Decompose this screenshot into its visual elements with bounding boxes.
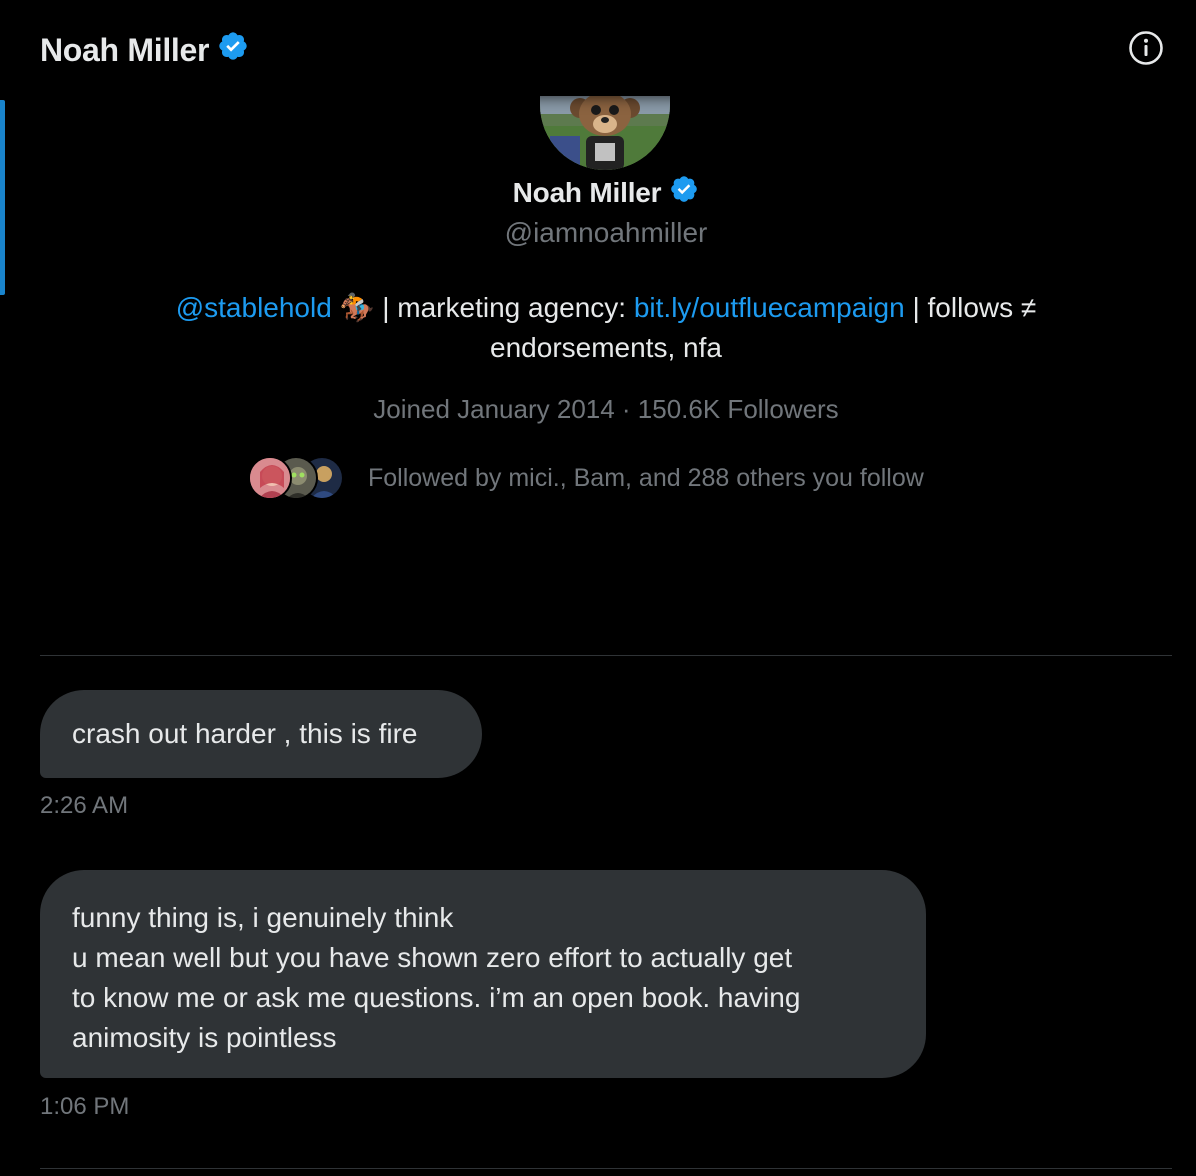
bio-mention-link[interactable]: @stablehold	[176, 292, 332, 323]
message-text-line: to know me or ask me questions. i’m an o…	[72, 982, 801, 1013]
header-name: Noah Miller	[40, 31, 210, 68]
horse-racing-emoji: 🏇	[339, 292, 375, 323]
bio-url-link[interactable]: bit.ly/outfluecampaign	[634, 292, 905, 323]
avatar	[248, 456, 292, 500]
header-title: Noah Miller	[40, 30, 249, 70]
profile-name[interactable]: Noah Miller	[40, 174, 1172, 211]
avatar-blur-overlay	[505, 70, 785, 104]
message-timestamp: 1:06 PM	[40, 1093, 130, 1120]
message-text: crash out harder , this is fire	[72, 718, 418, 749]
followers-you-know-avatars	[248, 454, 348, 502]
scrollbar[interactable]	[0, 100, 5, 295]
verified-badge-icon	[217, 30, 249, 70]
divider	[40, 1168, 1172, 1169]
profile-avatar[interactable]	[540, 96, 670, 170]
message-bubble[interactable]: funny thing is, i genuinely think u mean…	[40, 870, 926, 1078]
message-text-line: funny thing is, i genuinely think	[72, 902, 454, 933]
profile-bio: @stablehold 🏇 | marketing agency: bit.ly…	[100, 288, 1112, 368]
message-text-line: animosity is pointless	[72, 1022, 337, 1053]
bio-text: | marketing agency:	[374, 292, 634, 323]
message-timestamp: 2:26 AM	[40, 792, 129, 819]
message-text-line: u mean well but you have shown zero effo…	[72, 942, 793, 973]
followed-by-text: Followed by mici., Bam, and 288 others y…	[368, 463, 924, 492]
message-bubble[interactable]: crash out harder , this is fire	[40, 690, 482, 778]
profile-handle[interactable]: @iamnoahmiller	[40, 217, 1172, 249]
profile-card[interactable]: Noah Miller @iamnoahmiller @stablehold 🏇…	[40, 70, 1172, 656]
verified-badge-icon	[669, 174, 699, 211]
profile-name-text: Noah Miller	[512, 176, 662, 208]
divider	[40, 655, 1172, 656]
followed-by[interactable]: Followed by mici., Bam, and 288 others y…	[248, 454, 924, 502]
info-icon[interactable]	[1128, 30, 1164, 66]
profile-meta: Joined January 2014 · 150.6K Followers	[373, 394, 839, 424]
